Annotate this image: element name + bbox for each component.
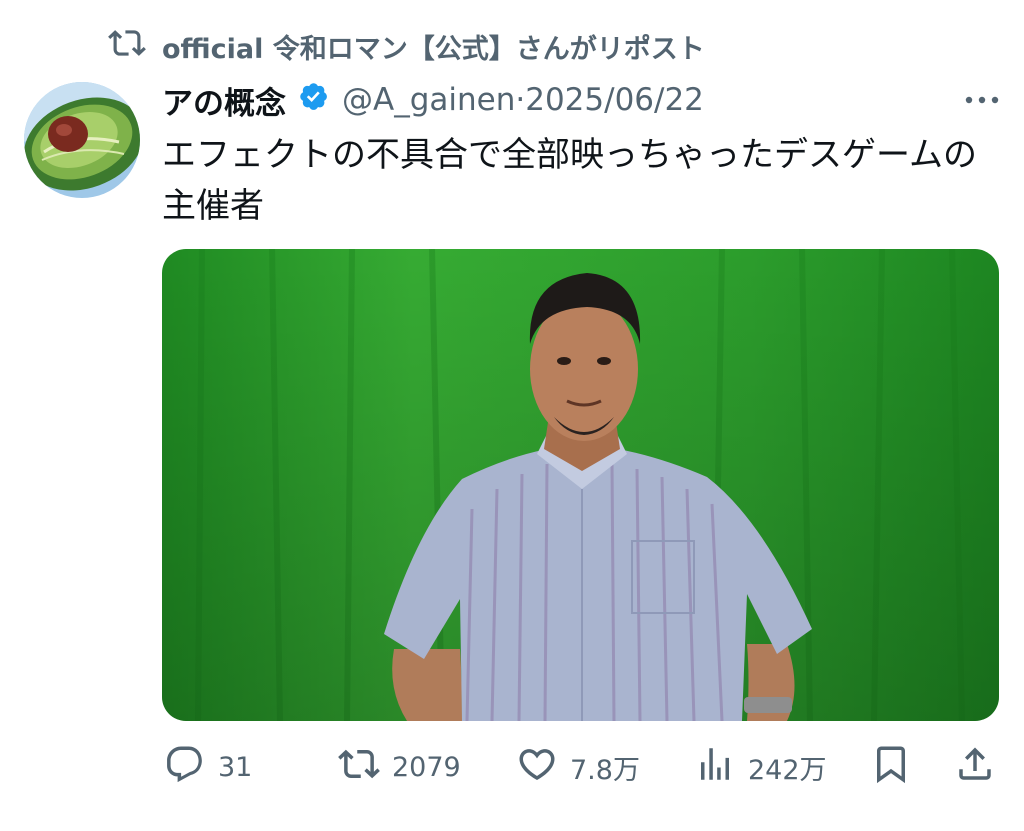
tweet-header: アの概念 @A_gainen · 2025/06/22 — [162, 78, 1002, 122]
repost-button[interactable]: 2079 — [338, 740, 461, 794]
repost-indicator-text: official 令和ロマン【公式】さんがリポスト — [162, 33, 705, 65]
tweet-text: エフェクトの不具合で全部映っちゃったデスゲームの主催者 — [162, 135, 977, 226]
reply-count: 31 — [218, 751, 253, 783]
reply-button[interactable]: 31 — [164, 740, 252, 794]
more-dots-icon[interactable] — [962, 86, 1002, 114]
photo-man-green-screen — [162, 249, 999, 721]
reply-icon — [164, 743, 206, 792]
bookmark-button[interactable] — [870, 740, 912, 794]
repost-indicator[interactable]: official 令和ロマン【公式】さんがリポスト — [108, 26, 705, 66]
verified-badge-icon — [286, 81, 342, 119]
views-button[interactable]: 242万 — [694, 740, 827, 794]
meta-separator: · — [515, 82, 526, 118]
bookmark-icon — [870, 743, 912, 792]
tweet-date[interactable]: 2025/06/22 — [525, 82, 704, 118]
repost-icon — [338, 743, 380, 792]
author-avatar[interactable] — [24, 82, 140, 198]
author-display-name[interactable]: アの概念 — [162, 78, 286, 123]
author-handle[interactable]: @A_gainen — [342, 82, 515, 118]
share-button[interactable] — [954, 740, 996, 794]
repost-count: 2079 — [392, 751, 461, 783]
heart-icon — [516, 743, 558, 792]
views-count: 242万 — [748, 754, 827, 786]
repost-icon — [108, 24, 162, 69]
views-bar-chart-icon — [694, 743, 736, 792]
like-button[interactable]: 7.8万 — [516, 740, 640, 794]
like-count: 7.8万 — [570, 754, 640, 786]
tweet-media-photo[interactable] — [162, 249, 999, 721]
tweet-action-bar: 31 2079 7.8万 242万 — [160, 740, 1000, 794]
share-icon — [954, 743, 996, 792]
